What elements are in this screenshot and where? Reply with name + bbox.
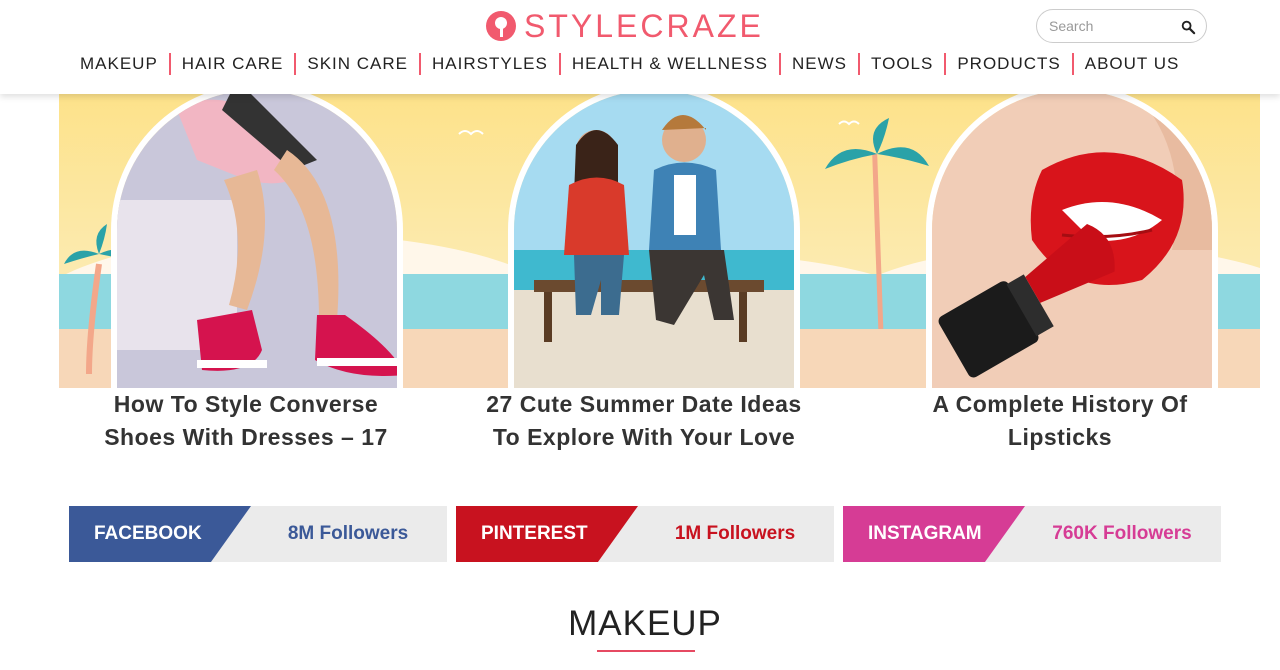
- article-title-line: A Complete History Of: [932, 391, 1188, 417]
- search-box: [1036, 9, 1207, 43]
- site-logo[interactable]: STYLECRAZE: [486, 8, 764, 44]
- article-title-line: How To Style Converse: [113, 391, 379, 417]
- article-title-line: Lipsticks: [1007, 424, 1113, 450]
- nav-divider: [944, 53, 947, 75]
- logo-text: STYLECRAZE: [524, 7, 764, 44]
- nav-divider: [858, 53, 861, 75]
- nav-item-skin-care[interactable]: SKIN CARE: [299, 54, 416, 74]
- main-nav: MAKEUP HAIR CARE SKIN CARE HAIRSTYLES HE…: [72, 52, 1187, 76]
- nav-item-about-us[interactable]: ABOUT US: [1077, 54, 1188, 74]
- nav-divider: [1071, 53, 1074, 75]
- nav-divider: [779, 53, 782, 75]
- article-image-summer-date[interactable]: [508, 94, 800, 388]
- nav-item-products[interactable]: PRODUCTS: [949, 54, 1068, 74]
- instagram-followers: 760K Followers: [1052, 523, 1192, 544]
- article-title-summer-date[interactable]: 27 Cute Summer Date Ideas To Explore Wit…: [482, 388, 806, 454]
- article-image-lipstick[interactable]: [926, 94, 1218, 388]
- article-title-line: To Explore With Your Love: [492, 424, 796, 450]
- facebook-label: FACEBOOK: [69, 506, 251, 562]
- article-title-line: 27 Cute Summer Date Ideas: [486, 391, 802, 417]
- instagram-follow-button[interactable]: INSTAGRAM 760K Followers: [843, 506, 1221, 562]
- nav-divider: [558, 53, 561, 75]
- nav-item-health-wellness[interactable]: HEALTH & WELLNESS: [564, 54, 776, 74]
- facebook-followers: 8M Followers: [287, 523, 409, 544]
- section-underline: [597, 650, 695, 652]
- nav-item-hairstyles[interactable]: HAIRSTYLES: [424, 54, 556, 74]
- nav-divider: [419, 53, 422, 75]
- logo-icon: [486, 11, 516, 41]
- instagram-label: INSTAGRAM: [843, 506, 1025, 562]
- nav-item-makeup[interactable]: MAKEUP: [72, 54, 166, 74]
- facebook-follow-button[interactable]: FACEBOOK 8M Followers: [69, 506, 447, 562]
- nav-divider: [168, 53, 171, 75]
- pinterest-follow-button[interactable]: PINTEREST 1M Followers: [456, 506, 834, 562]
- article-title-lipstick[interactable]: A Complete History Of Lipsticks: [900, 388, 1220, 454]
- nav-divider: [294, 53, 297, 75]
- search-input[interactable]: [1049, 18, 1169, 34]
- nav-item-hair-care[interactable]: HAIR CARE: [174, 54, 292, 74]
- site-header: STYLECRAZE MAKEUP HAIR CARE SKIN CARE HA…: [0, 0, 1280, 94]
- article-image-converse[interactable]: [111, 94, 403, 388]
- search-icon[interactable]: [1178, 17, 1198, 37]
- article-title-converse[interactable]: How To Style Converse Shoes With Dresses…: [85, 388, 407, 454]
- nav-item-news[interactable]: NEWS: [784, 54, 855, 74]
- nav-item-tools[interactable]: TOOLS: [863, 54, 941, 74]
- hero-banner: [59, 94, 1260, 388]
- article-title-line: Shoes With Dresses – 17: [104, 424, 388, 450]
- section-title: MAKEUP: [568, 604, 722, 643]
- pinterest-label: PINTEREST: [456, 506, 638, 562]
- pinterest-followers: 1M Followers: [674, 523, 796, 544]
